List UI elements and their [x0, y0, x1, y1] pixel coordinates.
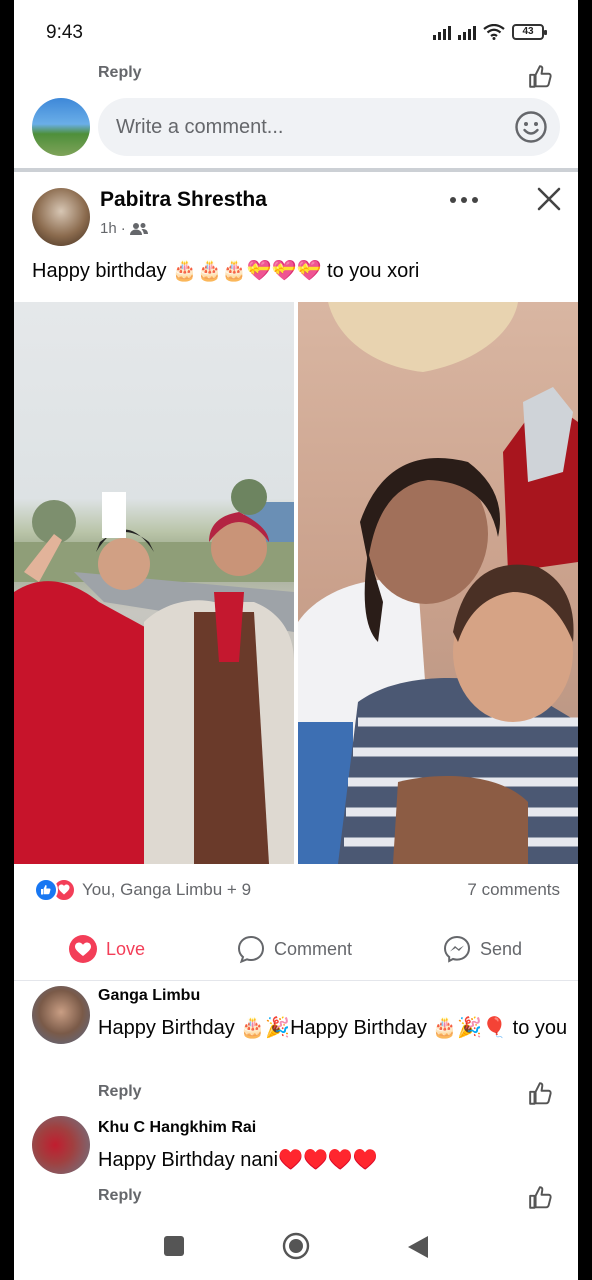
messenger-icon: [443, 935, 471, 963]
like-icon[interactable]: [528, 1185, 554, 1211]
more-options-button[interactable]: [446, 185, 482, 215]
post-text: Happy birthday 🎂🎂🎂💝💝💝 to you xori: [32, 260, 420, 282]
comment-text: Happy Birthday 🎂🎉Happy Birthday 🎂🎉🎈 to y…: [98, 1017, 568, 1039]
comment-icon: [237, 935, 265, 964]
commenter-avatar[interactable]: [32, 986, 90, 1044]
love-button[interactable]: Love: [68, 930, 145, 968]
like-icon[interactable]: [528, 64, 554, 90]
author-name[interactable]: Pabitra Shrestha: [100, 188, 267, 212]
status-icons: 43: [433, 24, 547, 40]
reply-button[interactable]: Reply: [98, 1187, 142, 1205]
reply-button[interactable]: Reply: [98, 64, 142, 82]
reaction-names: You, Ganga Limbu + 9: [82, 880, 252, 899]
battery-icon: 43: [512, 24, 547, 40]
reply-button[interactable]: Reply: [98, 1083, 142, 1101]
comment-text: Happy Birthday nani♥️♥️♥️♥️: [98, 1149, 378, 1171]
like-reaction-icon: [34, 878, 58, 902]
signal-icon: [433, 24, 451, 40]
section-divider: [14, 168, 578, 172]
facebook-post-screen: 9:43 43 Reply Write a comment... Pabitra…: [14, 0, 578, 1280]
photo-left-scene: [14, 479, 294, 864]
send-label: Send: [480, 938, 523, 959]
comment-placeholder: Write a comment...: [116, 116, 284, 138]
wifi-icon: [483, 24, 505, 40]
post-meta: 1h ·: [100, 220, 148, 237]
status-time: 9:43: [46, 22, 83, 43]
post-photo-right[interactable]: [298, 302, 578, 864]
post-time[interactable]: 1h: [100, 220, 117, 237]
photo-right-scene: [298, 302, 578, 864]
commenter-name[interactable]: Khu C Hangkhim Rai: [98, 1119, 256, 1137]
author-avatar[interactable]: [32, 188, 90, 246]
friends-icon: [129, 222, 148, 235]
emoji-icon[interactable]: [514, 110, 548, 144]
status-bar: 9:43 43: [14, 0, 578, 64]
reaction-summary[interactable]: You, Ganga Limbu + 9: [34, 878, 251, 902]
action-divider: [14, 980, 578, 981]
like-icon[interactable]: [528, 1081, 554, 1107]
recents-button[interactable]: [164, 1236, 184, 1256]
commenter-avatar[interactable]: [32, 1116, 90, 1174]
comment-count[interactable]: 7 comments: [467, 880, 560, 900]
photo-redaction: [102, 492, 126, 538]
post-photo-left[interactable]: [14, 302, 294, 864]
love-icon: [69, 935, 97, 963]
signal-icon-2: [458, 24, 476, 40]
meta-separator: ·: [120, 220, 126, 237]
user-avatar[interactable]: [32, 98, 90, 156]
send-button[interactable]: Send: [442, 930, 522, 968]
love-label: Love: [106, 938, 146, 959]
comment-label: Comment: [274, 938, 353, 959]
back-button[interactable]: [406, 1234, 430, 1260]
comment-button[interactable]: Comment: [236, 930, 352, 968]
system-nav-bar: [14, 1216, 578, 1280]
commenter-name[interactable]: Ganga Limbu: [98, 987, 200, 1005]
comment-input[interactable]: Write a comment...: [98, 98, 560, 156]
home-button[interactable]: [282, 1232, 310, 1260]
close-icon[interactable]: [532, 182, 566, 216]
